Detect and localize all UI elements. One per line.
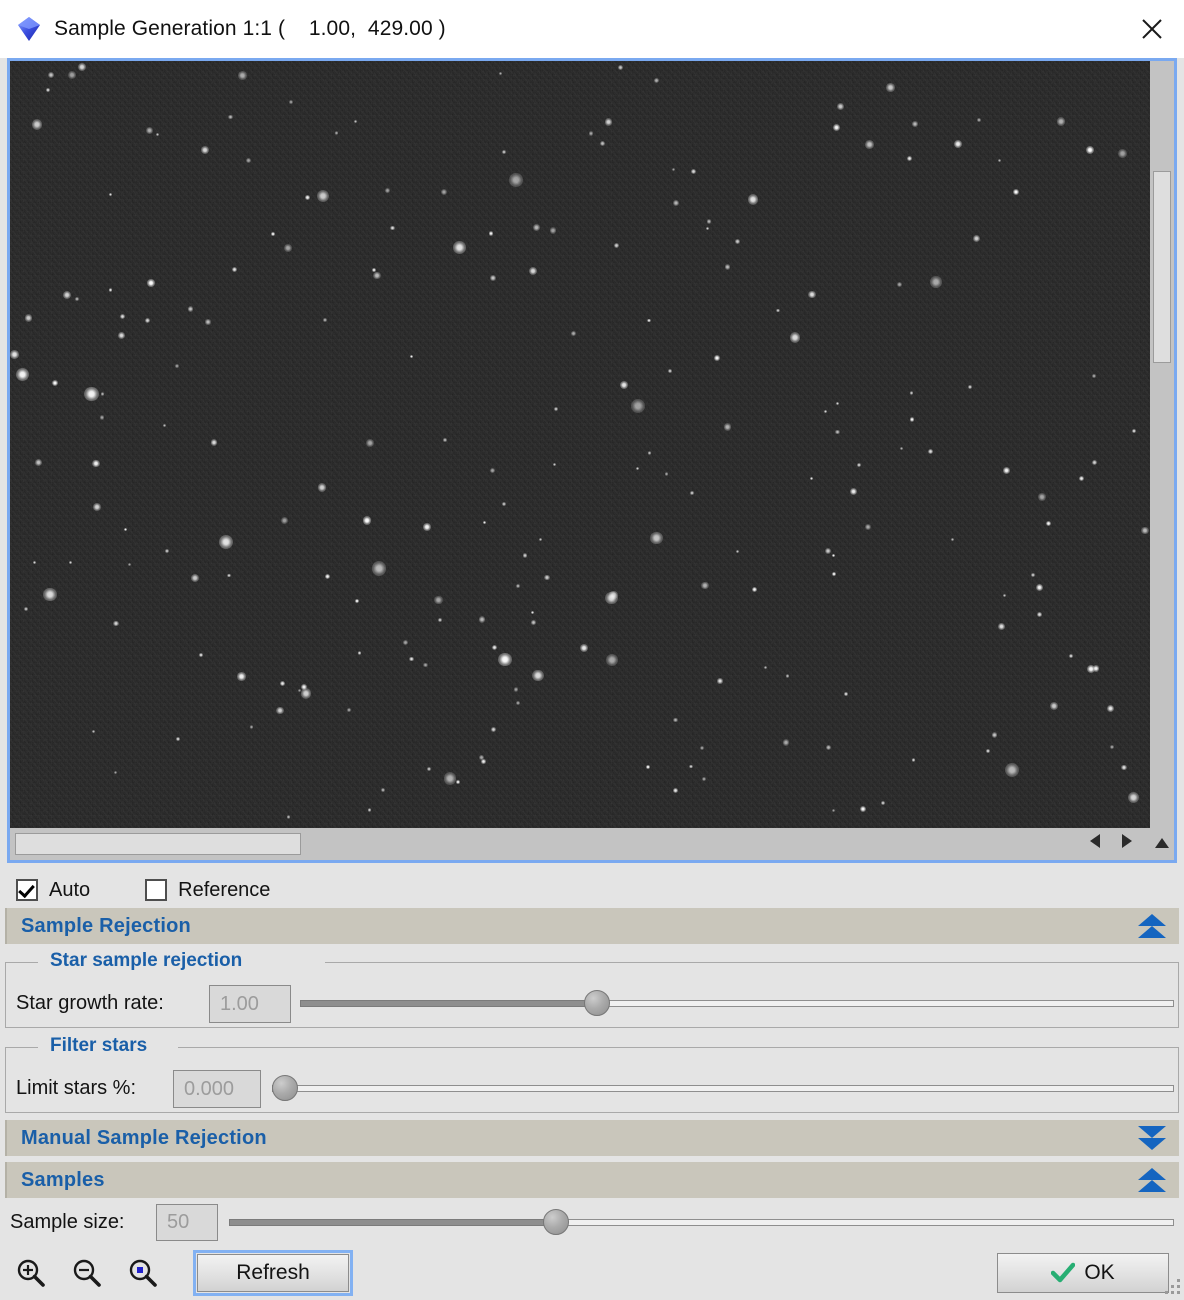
input-sample-size[interactable]: 50 [156,1204,218,1241]
slider-sample-size[interactable] [229,1208,1174,1236]
diamond-icon [18,17,40,41]
close-icon [1142,19,1162,39]
arrow-right-icon[interactable] [1122,834,1132,848]
title-bar: Sample Generation 1:1 ( 1.00, 429.00 ) [0,0,1184,58]
close-button[interactable] [1120,0,1184,58]
zoom-fit-icon[interactable] [127,1257,159,1289]
section-header-sample-rejection[interactable]: Sample Rejection [5,908,1179,944]
image-preview-viewport [10,61,1174,860]
double-chevron-up-icon-2[interactable] [1137,1166,1167,1194]
slider-fill-star-growth-rate [300,1000,597,1007]
checkbox-auto-label: Auto [49,878,91,901]
vertical-scroll-arrows[interactable] [1150,828,1174,860]
horizontal-scroll-arrows[interactable] [1082,828,1150,860]
checkbox-reference[interactable]: Reference [145,879,270,902]
section-header-manual-sample-rejection[interactable]: Manual Sample Rejection [5,1120,1179,1156]
slider-thumb-limit-stars[interactable] [272,1075,298,1101]
section-title-sample-rejection: Sample Rejection [21,914,191,937]
section-title-manual-sample-rejection: Manual Sample Rejection [21,1126,267,1149]
checkbox-reference-label: Reference [178,878,271,901]
group-border-right-2 [178,1047,1179,1048]
double-chevron-up-icon[interactable] [1137,912,1167,940]
slider-thumb-star-growth-rate[interactable] [584,990,610,1016]
label-star-growth-rate: Star growth rate: [16,992,164,1014]
double-chevron-down-icon[interactable] [1137,1124,1167,1152]
slider-track-limit-stars [272,1085,1174,1092]
arrow-up-icon[interactable] [1155,838,1169,848]
group-border-right [325,962,1179,963]
ok-button[interactable]: OK [997,1253,1169,1293]
resize-grip[interactable] [1160,1276,1182,1298]
refresh-button-label: Refresh [236,1261,310,1284]
label-limit-stars: Limit stars %: [16,1077,137,1099]
checkbox-auto[interactable]: Auto [16,879,90,902]
section-title-samples: Samples [21,1168,105,1191]
starfield-image[interactable] [10,61,1150,828]
bottom-toolbar: Refresh OK [0,1245,1184,1300]
image-preview-frame[interactable] [7,58,1177,863]
zoom-in-icon[interactable] [15,1257,47,1289]
slider-thumb-sample-size[interactable] [543,1209,569,1235]
zoom-out-icon[interactable] [71,1257,103,1289]
checkbox-auto-box[interactable] [16,879,38,901]
slider-limit-stars[interactable] [272,1074,1174,1102]
slider-star-growth-rate[interactable] [300,989,1174,1017]
group-legend-star-sample-rejection: Star sample rejection [42,950,251,972]
group-legend-filter-stars: Filter stars [42,1035,156,1057]
group-border-left [5,962,38,963]
horizontal-scrollbar[interactable] [10,828,1150,860]
input-limit-stars[interactable]: 0.000 [173,1070,261,1108]
vertical-scrollbar-thumb[interactable] [1153,171,1171,363]
slider-fill-sample-size [229,1219,556,1226]
vertical-scrollbar[interactable] [1150,61,1174,828]
horizontal-scrollbar-thumb[interactable] [15,833,301,855]
label-sample-size: Sample size: [10,1211,125,1233]
arrow-left-icon[interactable] [1090,834,1100,848]
input-star-growth-rate[interactable]: 1.00 [209,985,291,1023]
sample-generation-dialog: Sample Generation 1:1 ( 1.00, 429.00 ) A… [0,0,1184,1300]
checkbox-reference-box[interactable] [145,879,168,901]
refresh-button[interactable]: Refresh [193,1250,353,1296]
noise-texture [10,61,1150,828]
ok-button-label: OK [1084,1261,1115,1284]
preview-options-row: Auto Reference [0,872,1184,908]
section-header-samples[interactable]: Samples [5,1162,1179,1198]
group-border-left-2 [5,1047,38,1048]
check-icon [1051,1262,1076,1283]
window-title: Sample Generation 1:1 ( 1.00, 429.00 ) [54,17,446,40]
